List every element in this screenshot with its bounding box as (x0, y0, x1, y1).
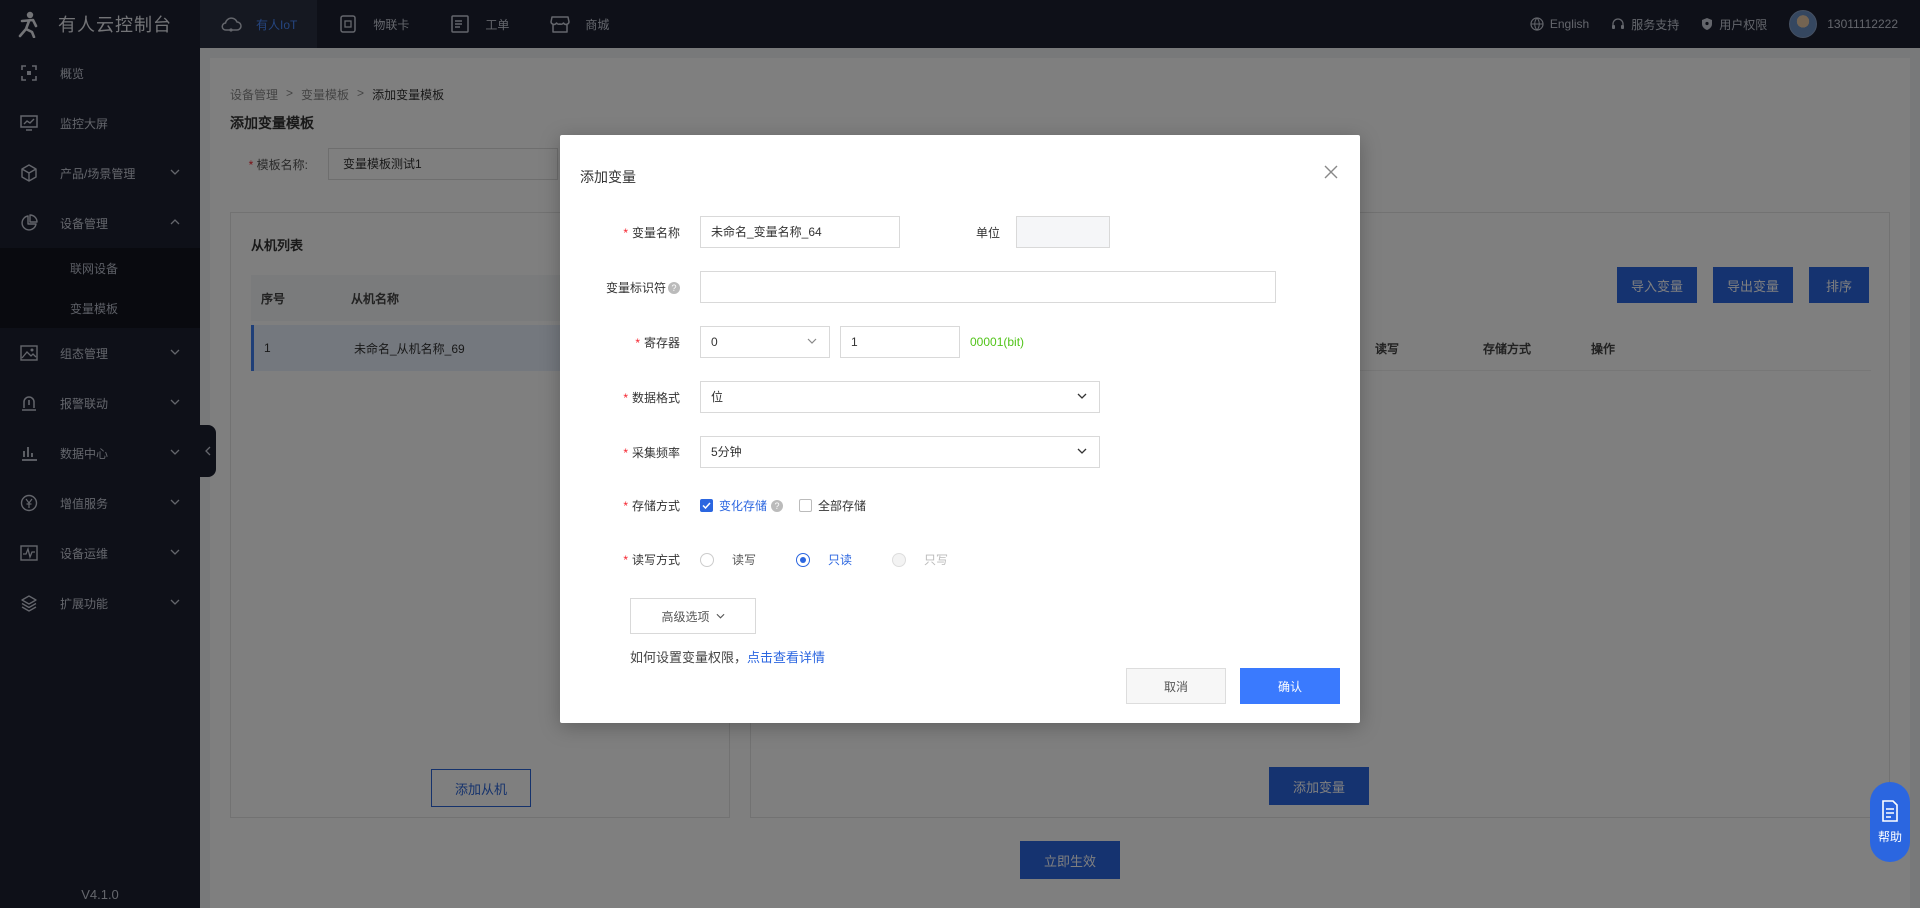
register-type-select[interactable]: 0 (700, 326, 830, 358)
chevron-down-icon (1077, 448, 1087, 454)
data-format-select[interactable]: 位 (700, 381, 1100, 413)
help-button[interactable]: 帮助 (1870, 782, 1910, 862)
hint-detail-link[interactable]: 点击查看详情 (747, 650, 825, 665)
identifier-row: 变量标识符? (580, 271, 1276, 303)
chevron-down-icon (1077, 393, 1087, 399)
document-icon (1882, 799, 1898, 822)
storage-row: * 存储方式 变化存储 ? 全部存储 (580, 497, 866, 514)
confirm-button[interactable]: 确认 (1240, 668, 1340, 704)
help-label: 帮助 (1877, 829, 1902, 844)
register-address-input[interactable]: 1 (840, 326, 960, 358)
register-label: * 寄存器 (635, 335, 680, 350)
rw-writeonly-label: 只写 (924, 553, 949, 567)
unit-input[interactable] (1016, 216, 1110, 248)
storage-change-label[interactable]: 变化存储 (719, 497, 767, 514)
data-format-row: * 数据格式 位 (580, 381, 1100, 413)
advanced-options-label: 高级选项 (661, 609, 710, 624)
chevron-down-icon (716, 613, 724, 619)
storage-change-checkbox[interactable] (700, 499, 713, 512)
unit-label: 单位 (975, 225, 1000, 240)
question-icon: ? (668, 282, 680, 295)
storage-all-label[interactable]: 全部存储 (818, 497, 866, 514)
frequency-value: 5分钟 (711, 445, 742, 459)
rw-readwrite-radio[interactable] (700, 552, 714, 567)
rw-writeonly-radio (892, 552, 907, 567)
check-icon (702, 502, 711, 509)
register-type-value: 0 (711, 335, 718, 349)
rw-row: * 读写方式 读写 只读 只写 (580, 551, 948, 568)
var-name-input[interactable]: 未命名_变量名称_64 (700, 216, 900, 248)
register-row: * 寄存器 0 1 00001(bit) (580, 326, 1024, 358)
identifier-label: 变量标识符? (580, 279, 680, 296)
chevron-down-icon (807, 338, 817, 344)
rw-label: * 读写方式 (623, 553, 680, 567)
storage-label: * 存储方式 (623, 499, 680, 513)
rw-readonly-radio[interactable] (796, 552, 811, 567)
frequency-label: * 采集频率 (623, 445, 680, 460)
cancel-button[interactable]: 取消 (1126, 668, 1226, 704)
var-name-row: * 变量名称 未命名_变量名称_64 单位 (580, 216, 1110, 248)
close-icon[interactable] (1324, 165, 1338, 179)
question-icon: ? (771, 499, 784, 512)
storage-all-checkbox[interactable] (799, 499, 813, 512)
register-hint: 00001(bit) (970, 335, 1025, 349)
identifier-input[interactable] (700, 271, 1276, 303)
dialog-title: 添加变量 (580, 169, 636, 185)
data-format-value: 位 (711, 390, 724, 404)
data-format-label: * 数据格式 (623, 390, 680, 405)
rw-readonly-label[interactable]: 只读 (828, 551, 852, 568)
var-name-label: * 变量名称 (623, 225, 680, 240)
frequency-select[interactable]: 5分钟 (700, 436, 1100, 468)
add-variable-dialog: 添加变量 * 变量名称 未命名_变量名称_64 单位 变量标识符? * 寄存器 0 … (560, 135, 1360, 723)
advanced-options-button[interactable]: 高级选项 (630, 598, 756, 634)
permission-hint: 如何设置变量权限，点击查看详情 (630, 647, 825, 666)
frequency-row: * 采集频率 5分钟 (580, 436, 1100, 468)
rw-readwrite-label[interactable]: 读写 (732, 551, 756, 568)
hint-text: 如何设置变量权限， (630, 650, 748, 665)
